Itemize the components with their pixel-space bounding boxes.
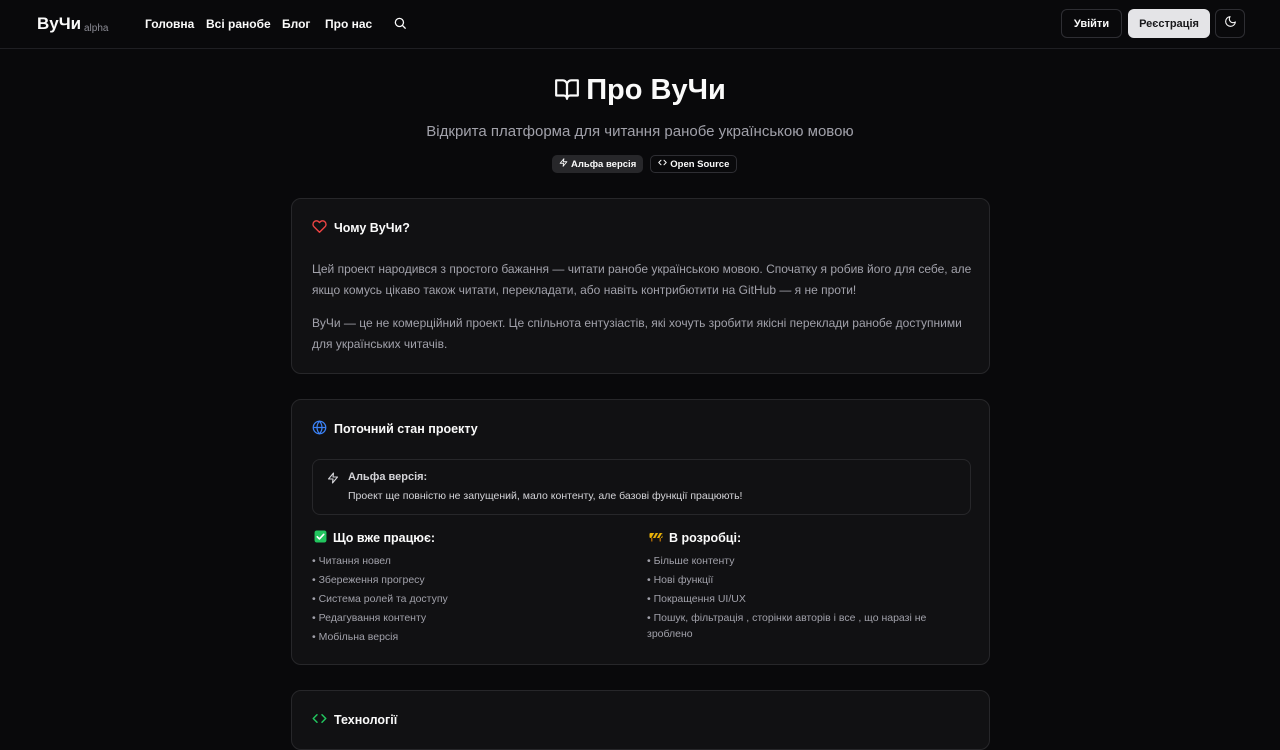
tech-card-title: Технології	[312, 711, 397, 729]
dev-title: В розробці:	[649, 530, 741, 545]
zap-icon	[559, 158, 568, 170]
list-item: • Покращення UI/UX	[647, 593, 746, 605]
list-item: • Більше контенту	[647, 555, 735, 567]
code-icon	[658, 158, 667, 170]
dev-title-text: В розробці:	[669, 530, 742, 545]
book-icon	[554, 74, 586, 106]
globe-icon	[312, 420, 327, 438]
why-card: Чому ВуЧи? Цей проект народився з просто…	[291, 198, 990, 374]
why-paragraph-1: Цей проект народився з простого бажання …	[312, 262, 972, 297]
why-card-title: Чому ВуЧи?	[312, 219, 410, 237]
status-card-title: Поточний стан проекту	[312, 420, 478, 438]
works-title-text: Що вже працює:	[333, 531, 436, 545]
badge-row: Альфа версія Open Source	[552, 155, 738, 173]
alpha-badge: Альфа версія	[552, 155, 644, 173]
tech-card: Технології	[291, 690, 990, 750]
tech-card-title-text: Технології	[334, 713, 398, 727]
nav-blog[interactable]: Блог	[282, 17, 310, 31]
alpha-alert: Альфа версія: Проект ще повністю не запу…	[312, 459, 971, 515]
list-item: • Збереження прогресу	[312, 574, 425, 586]
search-icon[interactable]	[393, 16, 409, 32]
code-icon	[312, 711, 327, 729]
construction-icon	[649, 530, 664, 545]
status-card-title-text: Поточний стан проекту	[334, 422, 478, 436]
list-item: • Редагування контенту	[312, 612, 427, 624]
nav-about[interactable]: Про нас	[325, 17, 372, 31]
top-navbar: ВуЧи alpha Головна Всі ранобе Блог Про н…	[0, 0, 1280, 49]
list-item: • Нові функції	[647, 574, 714, 586]
why-card-title-text: Чому ВуЧи?	[334, 221, 410, 235]
site-logo[interactable]: ВуЧи	[37, 14, 81, 34]
list-item: • Система ролей та доступу	[312, 593, 448, 605]
why-paragraph-2: ВуЧи — це не комерційний проект. Це спіл…	[312, 316, 962, 351]
open-source-badge-label: Open Source	[670, 158, 730, 170]
works-title: Що вже працює:	[314, 530, 435, 546]
page-title: Про ВуЧи	[0, 74, 1280, 107]
zap-icon	[327, 471, 339, 489]
theme-toggle-button[interactable]	[1215, 9, 1245, 38]
list-item: • Читання новел	[312, 555, 391, 567]
register-button[interactable]: Реєстрація	[1128, 9, 1210, 38]
page-title-text: Про ВуЧи	[586, 74, 726, 106]
moon-icon	[1224, 15, 1237, 33]
login-button[interactable]: Увійти	[1061, 9, 1122, 38]
nav-home[interactable]: Головна	[145, 17, 194, 31]
list-item: • Пошук, фільтрація , сторінки авторів і…	[647, 612, 927, 640]
works-list: • Читання новел • Збереження прогресу • …	[312, 553, 448, 648]
alert-title: Альфа версія:	[348, 471, 428, 483]
list-item: • Мобільна версія	[312, 631, 399, 643]
nav-all-ranobe[interactable]: Всі ранобе	[206, 17, 271, 31]
alpha-badge-label: Альфа версія	[571, 158, 637, 170]
page-subtitle: Відкрита платформа для читання ранобе ук…	[426, 123, 854, 140]
dev-list: • Більше контенту • Нові функції • Покра…	[647, 553, 957, 645]
alert-description: Проект ще повністю не запущений, мало ко…	[348, 490, 743, 502]
check-box-icon	[314, 530, 327, 546]
status-card: Поточний стан проекту Альфа версія: Прое…	[291, 399, 990, 665]
alpha-tag: alpha	[84, 23, 109, 34]
heart-icon	[312, 219, 327, 237]
open-source-badge: Open Source	[650, 155, 738, 173]
